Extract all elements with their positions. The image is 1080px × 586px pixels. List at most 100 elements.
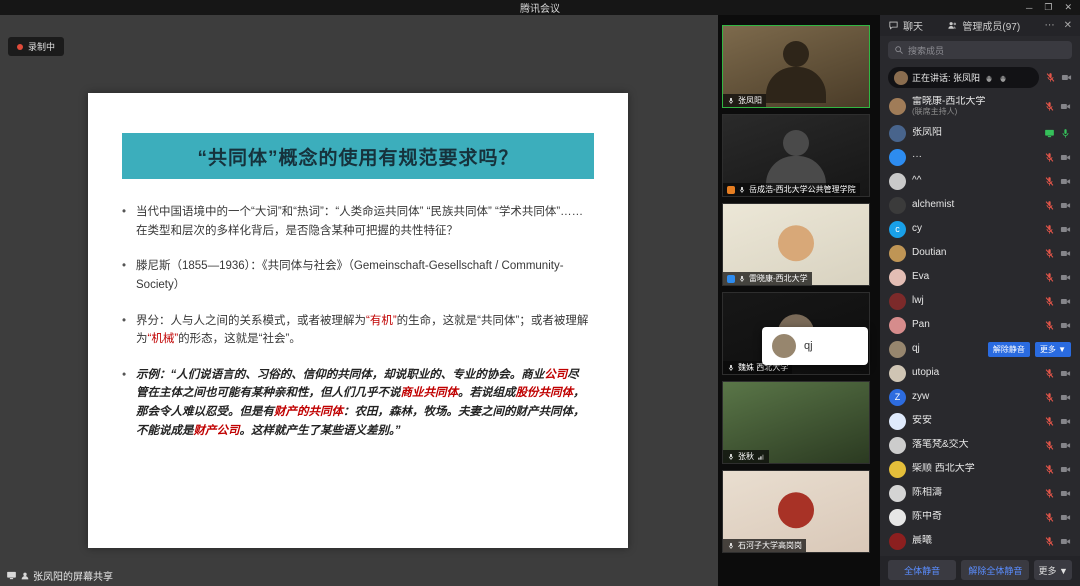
camera-off-icon[interactable] <box>1060 248 1071 259</box>
member-row[interactable]: Pan <box>887 313 1073 337</box>
close-button[interactable]: ✕ <box>1064 2 1072 13</box>
tab-members[interactable]: 管理成员(97) <box>947 18 1020 33</box>
camera-off-icon[interactable] <box>1060 296 1071 307</box>
unmute-member-button[interactable]: 解除静音 <box>988 342 1030 357</box>
tab-members-label: 管理成员(97) <box>962 18 1020 33</box>
mute-all-button[interactable]: 全体静音 <box>888 560 956 580</box>
member-avatar <box>889 461 906 478</box>
camera-off-icon[interactable] <box>1060 272 1071 283</box>
video-thumbnail[interactable]: 雷晓康-西北大学 <box>722 203 870 286</box>
member-more-button[interactable]: 更多 ▼ <box>1035 342 1071 357</box>
mic-muted-icon[interactable] <box>1044 416 1055 427</box>
clap-icon <box>984 73 994 83</box>
mic-muted-icon[interactable] <box>1044 512 1055 523</box>
mic-icon <box>738 275 746 283</box>
camera-off-icon[interactable] <box>1060 176 1071 187</box>
mic-icon <box>727 97 735 105</box>
camera-off-icon[interactable] <box>1060 200 1071 211</box>
video-thumbnail[interactable]: 岳成浩-西北大学公共管理学院 <box>722 114 870 197</box>
member-row[interactable]: 柴顺 西北大学 <box>887 457 1073 481</box>
member-row[interactable]: ccy <box>887 217 1073 241</box>
video-thumbnail[interactable]: 张秋 <box>722 381 870 464</box>
speaking-banner-text: 正在讲话: 张凤阳 <box>912 71 980 84</box>
member-row[interactable]: Eva <box>887 265 1073 289</box>
mic-muted-icon[interactable] <box>1044 248 1055 259</box>
camera-off-icon[interactable] <box>1060 512 1071 523</box>
people-icon <box>947 20 958 31</box>
camera-off-icon[interactable] <box>1060 320 1071 331</box>
member-row[interactable]: ··· <box>887 145 1073 169</box>
camera-off-icon[interactable] <box>1060 392 1071 403</box>
video-thumbnail[interactable]: 张凤阳 <box>722 25 870 108</box>
mic-on-icon[interactable] <box>1060 128 1071 139</box>
mic-muted-icon[interactable] <box>1044 200 1055 211</box>
mic-muted-icon[interactable] <box>1044 536 1055 547</box>
camera-off-icon[interactable] <box>1060 440 1071 451</box>
member-row[interactable]: 张凤阳 <box>887 121 1073 145</box>
camera-off-icon[interactable] <box>1061 72 1072 83</box>
mic-muted-icon[interactable] <box>1044 272 1055 283</box>
panel-more-button[interactable]: ⋯ <box>1045 20 1055 31</box>
search-input[interactable]: 搜索成员 <box>888 41 1072 59</box>
member-hover-card: qj <box>762 327 868 365</box>
recording-dot-icon <box>17 44 23 50</box>
member-avatar <box>889 317 906 334</box>
camera-off-icon[interactable] <box>1060 488 1071 499</box>
camera-off-icon[interactable] <box>1060 536 1071 547</box>
minimize-button[interactable]: ─ <box>1026 3 1032 13</box>
camera-off-icon[interactable] <box>1060 464 1071 475</box>
member-row[interactable]: 安安 <box>887 409 1073 433</box>
member-row[interactable]: 陈相濤 <box>887 481 1073 505</box>
mic-muted-icon[interactable] <box>1044 176 1055 187</box>
member-row[interactable]: 晨曦 <box>887 529 1073 553</box>
member-row[interactable]: lwj <box>887 289 1073 313</box>
video-feed <box>778 225 814 261</box>
tab-chat[interactable]: 聊天 <box>888 18 923 33</box>
unmute-all-button[interactable]: 解除全体静音 <box>961 560 1029 580</box>
member-row[interactable]: Doutian <box>887 241 1073 265</box>
member-row[interactable]: 陈中奇 <box>887 505 1073 529</box>
mic-muted-icon[interactable] <box>1044 368 1055 379</box>
slide-bullet: 当代中国语境中的一个“大词”和“热词”：“人类命运共同体” “民族共同体” “学… <box>120 203 590 240</box>
mic-muted-icon[interactable] <box>1045 72 1056 83</box>
mic-icon <box>727 364 735 372</box>
member-name: 安安 <box>912 415 1038 427</box>
member-avatar <box>889 125 906 142</box>
footer-more-button[interactable]: 更多 ▼ <box>1034 560 1072 580</box>
mic-muted-icon[interactable] <box>1044 224 1055 235</box>
mic-muted-icon[interactable] <box>1044 464 1055 475</box>
participant-name: 雷晓康-西北大学 <box>749 273 808 284</box>
member-avatar <box>889 293 906 310</box>
member-row[interactable]: alchemist <box>887 193 1073 217</box>
mic-muted-icon[interactable] <box>1044 320 1055 331</box>
camera-off-icon[interactable] <box>1060 416 1071 427</box>
mic-muted-icon[interactable] <box>1044 101 1055 112</box>
screen-share-label: 张凤阳的屏幕共享 <box>6 568 113 583</box>
member-row[interactable]: 落笔梵&交大 <box>887 433 1073 457</box>
member-row[interactable]: utopia <box>887 361 1073 385</box>
member-row[interactable]: Zzyw <box>887 385 1073 409</box>
mic-muted-icon[interactable] <box>1044 488 1055 499</box>
camera-off-icon[interactable] <box>1060 152 1071 163</box>
member-name: 晨曦 <box>912 535 1038 547</box>
panel-close-button[interactable]: ✕ <box>1064 20 1072 31</box>
member-row[interactable]: 雷晓康-西北大学(联席主持人) <box>887 92 1073 121</box>
member-name: ··· <box>912 151 1038 163</box>
video-thumbnail[interactable]: 石河子大学高岗岗 <box>722 470 870 553</box>
camera-off-icon[interactable] <box>1060 224 1071 235</box>
mic-muted-icon[interactable] <box>1044 296 1055 307</box>
participant-name-label: 岳成浩-西北大学公共管理学院 <box>723 183 860 196</box>
member-avatar <box>889 437 906 454</box>
camera-off-icon[interactable] <box>1060 368 1071 379</box>
slide-bullet: 滕尼斯（1855—1936）：《共同体与社会》（Gemeinschaft-Ges… <box>120 257 590 294</box>
maximize-button[interactable]: ❐ <box>1044 2 1052 13</box>
mic-muted-icon[interactable] <box>1044 440 1055 451</box>
member-row[interactable]: qj解除静音更多 ▼ <box>887 337 1073 361</box>
member-name: zyw <box>912 391 1038 403</box>
mic-muted-icon[interactable] <box>1044 152 1055 163</box>
member-name: Pan <box>912 319 1038 331</box>
mic-muted-icon[interactable] <box>1044 392 1055 403</box>
member-row[interactable]: ^^ <box>887 169 1073 193</box>
camera-off-icon[interactable] <box>1060 101 1071 112</box>
titlebar: 腾讯会议 ─ ❐ ✕ <box>0 0 1080 15</box>
